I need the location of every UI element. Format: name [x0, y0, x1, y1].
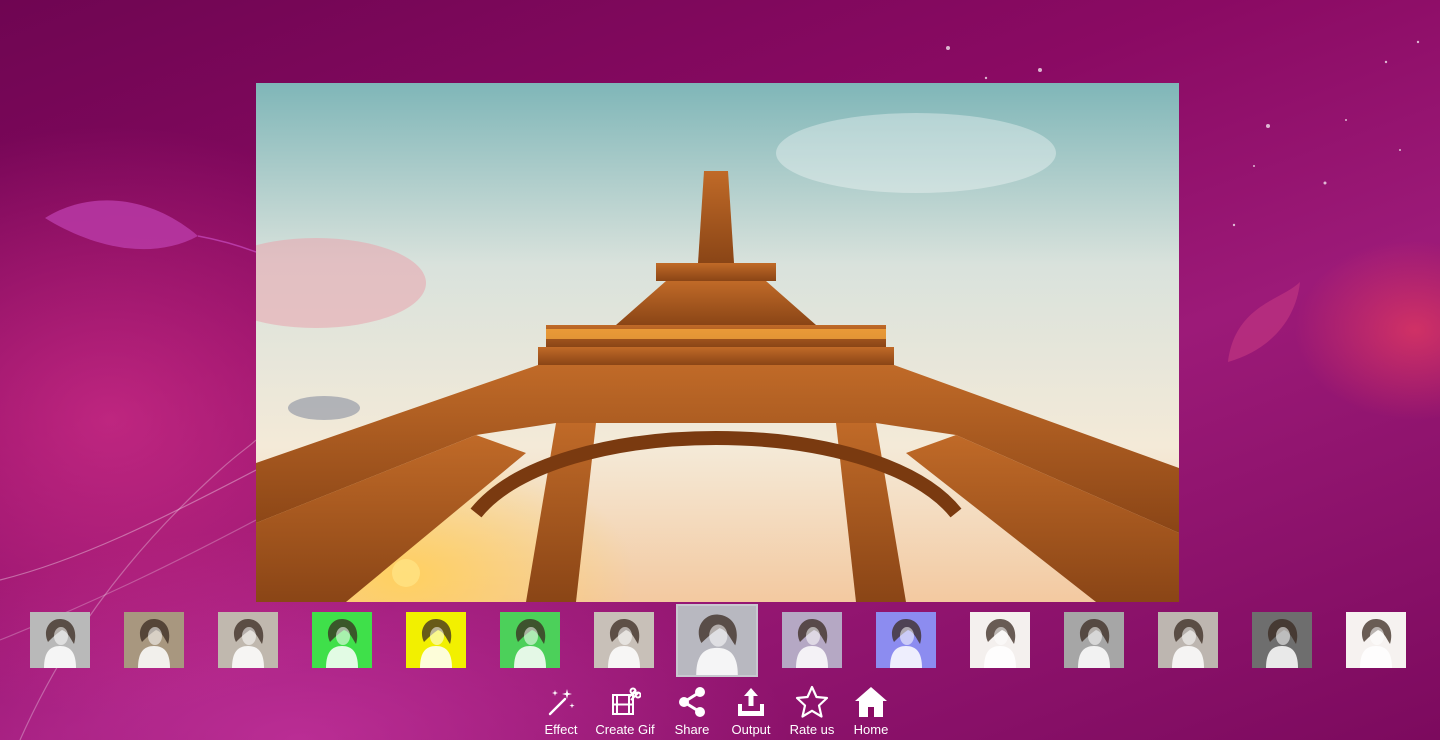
- filter-thumbnail-dark[interactable]: [1252, 612, 1312, 668]
- filter-thumbnail-warm-gray[interactable]: [218, 612, 278, 668]
- filter-thumbnail-bright[interactable]: [970, 612, 1030, 668]
- film-scissors-icon: [607, 684, 643, 720]
- filter-thumbnail-soft[interactable]: [594, 612, 654, 668]
- preview-image: [256, 83, 1179, 602]
- filter-thumbnail-sepia[interactable]: [124, 612, 184, 668]
- rate-us-label: Rate us: [789, 722, 835, 737]
- filter-thumbnail-green[interactable]: [312, 612, 372, 668]
- share-icon: [674, 684, 710, 720]
- filter-thumbnail-light-gray[interactable]: [1158, 612, 1218, 668]
- filter-thumbnail-original[interactable]: [30, 612, 90, 668]
- filter-thumbnail-mono[interactable]: [676, 604, 758, 677]
- filter-thumbnail-yellow[interactable]: [406, 612, 466, 668]
- effect-label: Effect: [544, 722, 578, 737]
- filter-thumbnail-lilac[interactable]: [782, 612, 842, 668]
- star-icon: [794, 684, 830, 720]
- create-gif-button[interactable]: Create Gif: [594, 684, 656, 740]
- effect-button[interactable]: Effect: [538, 684, 584, 740]
- home-button[interactable]: Home: [850, 684, 892, 740]
- rate-us-button[interactable]: Rate us: [788, 684, 836, 740]
- filter-thumbnail-blue[interactable]: [876, 612, 936, 668]
- magic-wand-icon: [543, 684, 579, 720]
- share-label: Share: [674, 722, 710, 737]
- home-icon: [853, 684, 889, 720]
- share-button[interactable]: Share: [670, 684, 714, 740]
- filter-thumbnail-cool-gray[interactable]: [1064, 612, 1124, 668]
- output-button[interactable]: Output: [728, 684, 774, 740]
- home-label: Home: [853, 722, 889, 737]
- upload-icon: [733, 684, 769, 720]
- output-label: Output: [731, 722, 771, 737]
- create-gif-label: Create Gif: [595, 722, 655, 737]
- filter-thumbnail-strip: [0, 604, 1440, 682]
- filter-thumbnail-high-key[interactable]: [1346, 612, 1406, 668]
- filter-thumbnail-green-light[interactable]: [500, 612, 560, 668]
- bottom-toolbar: Effect Create Gif Share Output Rate us H…: [0, 684, 1440, 740]
